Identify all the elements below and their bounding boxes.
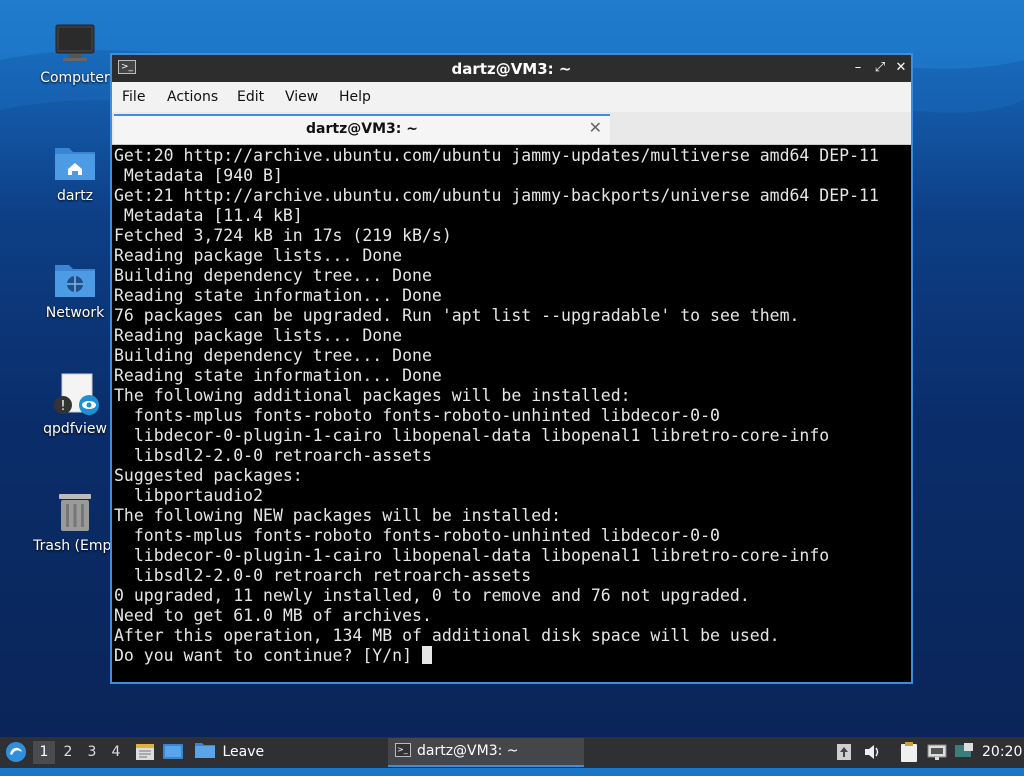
terminal-window[interactable]: >_ dartz@VM3: ~ – ⤢ ✕ File Actions Edit … (110, 53, 913, 684)
tab-close-icon[interactable]: ✕ (589, 118, 602, 137)
workspace-2[interactable]: 2 (57, 741, 79, 764)
lxqt-logo-icon (6, 742, 26, 762)
menu-edit[interactable]: Edit (237, 89, 264, 105)
home-folder-icon (53, 140, 97, 184)
show-desktop-button[interactable] (134, 742, 156, 764)
notes-icon (136, 744, 154, 760)
desktop-icon-label: Trash (Empt (33, 538, 117, 554)
desktop-switch-button[interactable] (162, 742, 184, 764)
document-icon: ! (53, 373, 99, 417)
terminal-line: Need to get 61.0 MB of archives. (114, 606, 432, 625)
menu-actions[interactable]: Actions (167, 89, 218, 105)
menu-view[interactable]: View (285, 89, 318, 105)
workspace-1[interactable]: 1 (33, 741, 55, 764)
menu-bar: File Actions Edit View Help (112, 82, 911, 112)
clock[interactable]: 20:20 (982, 737, 1022, 768)
menu-file[interactable]: File (122, 89, 145, 105)
terminal-line: libsdl2-2.0-0 retroarch retroarch-assets (114, 566, 532, 585)
display-icon (955, 743, 973, 757)
menu-help[interactable]: Help (339, 89, 371, 105)
terminal-line: Fetched 3,724 kB in 17s (219 kB/s) (114, 226, 452, 245)
terminal-line: Building dependency tree... Done (114, 266, 432, 285)
tray-updates[interactable] (836, 742, 852, 764)
desktop-icon-label: qpdfview (43, 421, 107, 437)
clipboard-icon (901, 742, 917, 762)
desktop-icon-label: dartz (56, 188, 94, 204)
leave-label: Leave (222, 744, 265, 760)
terminal-line: libdecor-0-plugin-1-cairo libopenal-data… (114, 426, 830, 445)
terminal-line: After this operation, 134 MB of addition… (114, 626, 780, 645)
svg-text:!: ! (60, 399, 65, 414)
computer-icon (53, 22, 97, 66)
window-titlebar[interactable]: >_ dartz@VM3: ~ – ⤢ ✕ (112, 55, 911, 82)
tab-label: dartz@VM3: ~ (306, 121, 418, 137)
terminal-line: 0 upgraded, 11 newly installed, 0 to rem… (114, 586, 750, 605)
desktop-icon-network[interactable]: Network (30, 257, 120, 321)
network-folder-icon (53, 257, 97, 301)
terminal-line: fonts-mplus fonts-roboto fonts-roboto-un… (114, 526, 720, 545)
terminal-line: libdecor-0-plugin-1-cairo libopenal-data… (114, 546, 830, 565)
taskbar: 1 2 3 4 Leave >_ dartz@VM3: ~ 20:20 (0, 737, 1024, 768)
leave-button[interactable]: Leave (194, 737, 264, 768)
volume-icon (865, 745, 879, 759)
terminal-line: Building dependency tree... Done (114, 346, 432, 365)
desktop-icon-label: Computer (40, 70, 110, 86)
terminal-line: Do you want to continue? [Y/n] (114, 646, 909, 666)
terminal-line: libportaudio2 (114, 486, 264, 505)
terminal-line: Suggested packages: (114, 466, 303, 485)
close-button[interactable]: ✕ (892, 58, 910, 78)
desktop-icon (163, 744, 183, 759)
desktop-icon-label: Network (45, 305, 105, 321)
terminal-line: Reading package lists... Done (114, 246, 403, 265)
terminal-cursor (421, 646, 432, 664)
minimize-button[interactable]: – (849, 58, 867, 78)
terminal-line: Reading package lists... Done (114, 326, 403, 345)
terminal-line: Get:21 http://archive.ubuntu.com/ubuntu … (114, 186, 879, 205)
tray-display[interactable] (954, 742, 974, 764)
terminal-line: The following additional packages will b… (114, 386, 631, 405)
desktop-icon-trash[interactable]: Trash (Empt (30, 490, 120, 554)
desktop-icon-qpdfview[interactable]: ! qpdfview (30, 373, 120, 437)
terminal-line: Reading state information... Done (114, 366, 442, 385)
maximize-button[interactable]: ⤢ (871, 58, 889, 78)
terminal-line: fonts-mplus fonts-roboto fonts-roboto-un… (114, 406, 720, 425)
terminal-task-icon: >_ (395, 743, 411, 757)
package-update-icon (837, 744, 851, 760)
app-menu-button[interactable] (4, 740, 28, 765)
terminal-output[interactable]: Get:20 http://archive.ubuntu.com/ubuntu … (114, 146, 909, 680)
taskbar-task-terminal[interactable]: >_ dartz@VM3: ~ (388, 738, 584, 767)
trash-icon (53, 490, 97, 534)
window-title: dartz@VM3: ~ (451, 60, 572, 78)
terminal-line: Metadata [11.4 kB] (114, 206, 303, 225)
network-icon (927, 744, 947, 760)
desktop-icon-computer[interactable]: Computer (30, 22, 120, 86)
terminal-line: 76 packages can be upgraded. Run 'apt li… (114, 306, 800, 325)
workspace-4[interactable]: 4 (105, 741, 127, 764)
desktop-icon-home[interactable]: dartz (30, 140, 120, 204)
tray-volume[interactable] (862, 742, 882, 764)
workspace-3[interactable]: 3 (81, 741, 103, 764)
terminal-line: libsdl2-2.0-0 retroarch-assets (114, 446, 432, 465)
folder-icon (195, 743, 215, 758)
tray-clipboard[interactable] (899, 741, 919, 765)
terminal-line: Metadata [940 B] (114, 166, 283, 185)
terminal-line: The following NEW packages will be insta… (114, 506, 562, 525)
tray-network[interactable] (926, 742, 948, 764)
terminal-line: Reading state information... Done (114, 286, 442, 305)
tab-terminal[interactable]: dartz@VM3: ~ ✕ (114, 114, 610, 144)
terminal-line: Get:20 http://archive.ubuntu.com/ubuntu … (114, 146, 879, 165)
task-label: dartz@VM3: ~ (417, 743, 519, 759)
tab-bar: dartz@VM3: ~ ✕ (112, 112, 911, 145)
